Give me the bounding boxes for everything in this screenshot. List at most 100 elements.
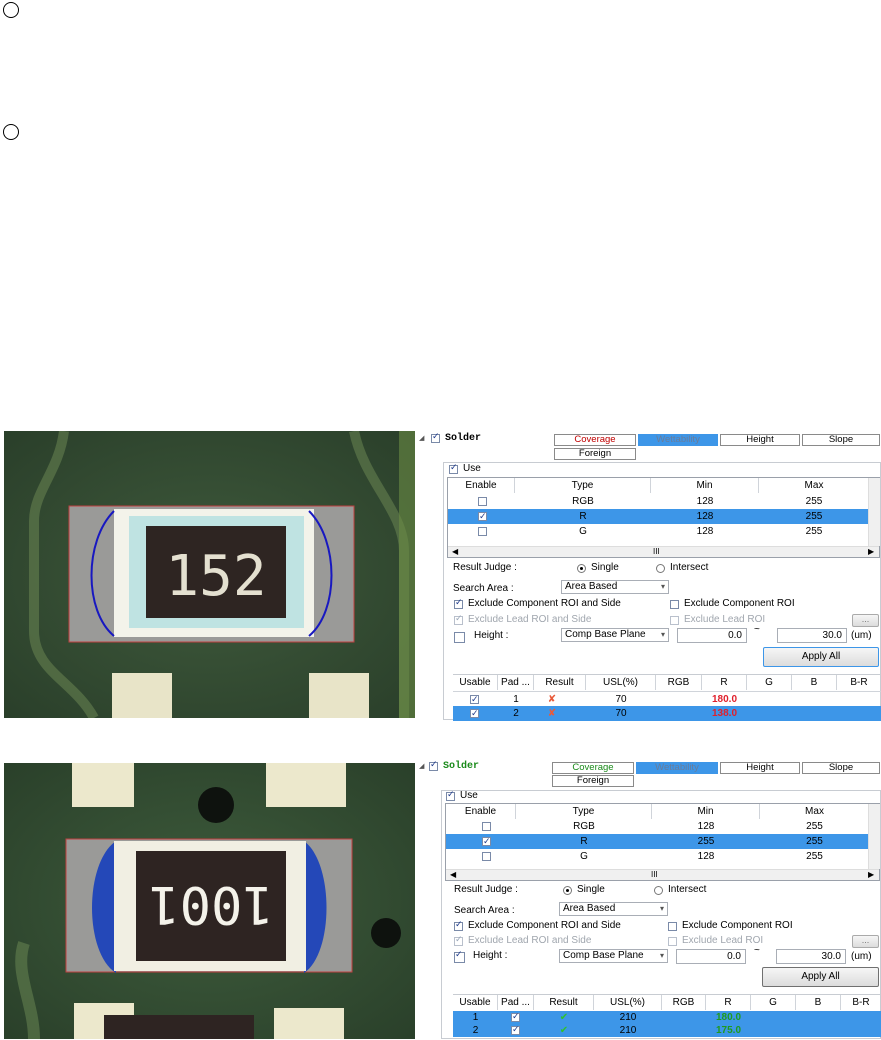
grid-horizontal-scrollbar[interactable]: ◀ III ▶ — [446, 869, 879, 880]
plane-dropdown[interactable]: Comp Base Plane — [559, 949, 668, 963]
exclude-component-roi-side-checkbox[interactable] — [454, 598, 463, 609]
usable-checkbox[interactable] — [511, 1011, 520, 1024]
scroll-left-icon[interactable]: ◀ — [450, 870, 456, 880]
search-area-dropdown[interactable]: Area Based — [559, 902, 668, 916]
scroll-grip[interactable]: III — [651, 870, 658, 880]
exclude-component-roi-checkbox[interactable] — [670, 600, 679, 609]
tab-coverage[interactable]: Coverage — [554, 434, 636, 446]
grid-header: Enable Type Min Max — [446, 804, 869, 819]
usl-value: 70 — [615, 708, 627, 719]
grid-vertical-scrollbar[interactable] — [868, 478, 880, 546]
result-row[interactable]: 1 ✘ 70 180.0 — [453, 691, 881, 708]
more-options-button[interactable]: ... — [852, 614, 879, 627]
result-judge-label: Result Judge : — [454, 884, 518, 895]
usl-value: 70 — [615, 694, 627, 705]
height-max-input[interactable]: 30.0 — [776, 949, 846, 964]
grid-enable-checkbox[interactable] — [482, 852, 491, 861]
tab-slope[interactable]: Slope — [802, 762, 880, 774]
scroll-grip[interactable]: III — [653, 547, 660, 557]
usable-checkbox[interactable] — [470, 693, 479, 708]
search-area-dropdown[interactable]: Area Based — [561, 580, 669, 594]
grid-header-min: Min — [651, 478, 759, 493]
grid-header-max: Max — [804, 480, 824, 491]
pad-number: 2 — [472, 1025, 479, 1036]
tab-wettability[interactable]: Wettability — [636, 762, 718, 774]
grid-horizontal-scrollbar[interactable]: ◀ III ▶ — [448, 546, 879, 557]
grid-max: 255 — [805, 526, 823, 537]
single-label: Single — [577, 884, 605, 895]
grid-enable-checkbox[interactable] — [478, 510, 487, 525]
plane-dropdown[interactable]: Comp Base Plane — [561, 628, 669, 642]
result-row[interactable]: 2 ✘ 70 138.0 — [453, 706, 881, 722]
exclude-lead-roi-side-checkbox[interactable] — [454, 614, 463, 625]
intersect-radio[interactable] — [656, 564, 665, 573]
exclude-lead-roi-checkbox[interactable] — [668, 937, 677, 946]
height-min-input[interactable]: 0.0 — [677, 628, 747, 643]
solder-settings-panel-2: ◢ Solder Coverage Wettability Height Slo… — [416, 759, 881, 1039]
exclude-lead-roi-side-checkbox[interactable] — [454, 935, 463, 946]
tab-foreign[interactable]: Foreign — [552, 775, 634, 787]
exclude-component-roi-checkbox[interactable] — [668, 922, 677, 931]
usable-checkbox[interactable] — [470, 707, 479, 722]
collapse-arrow-icon[interactable]: ◢ — [419, 434, 424, 442]
tab-height[interactable]: Height — [720, 762, 800, 774]
bullet-marker — [3, 124, 19, 140]
exclude-lead-roi-label: Exclude Lead ROI — [684, 614, 766, 625]
solder-enable-checkbox[interactable] — [431, 432, 440, 443]
grid-row[interactable]: RGB 128 255 — [448, 494, 869, 509]
exclude-component-roi-side-label: Exclude Component ROI and Side — [468, 598, 621, 609]
intersect-radio[interactable] — [654, 886, 663, 895]
collapse-arrow-icon[interactable]: ◢ — [419, 762, 424, 770]
solder-enable-checkbox[interactable] — [429, 760, 438, 771]
usable-checkbox[interactable] — [511, 1024, 520, 1037]
exclude-lead-roi-checkbox[interactable] — [670, 616, 679, 625]
intersect-label: Intersect — [670, 562, 709, 573]
grid-enable-checkbox[interactable] — [478, 527, 487, 536]
fail-icon: ✘ — [547, 694, 557, 705]
grid-row[interactable]: R 128 255 — [448, 509, 869, 525]
exclude-lead-roi-side-label: Exclude Lead ROI and Side — [468, 614, 592, 625]
single-radio[interactable] — [577, 564, 586, 573]
height-max-input[interactable]: 30.0 — [777, 628, 847, 643]
grid-max: 255 — [806, 836, 823, 847]
result-row[interactable]: 1 ✔ 210 180.0 — [453, 1011, 881, 1024]
scroll-right-icon[interactable]: ▶ — [868, 547, 874, 557]
solder-settings-panel-1: ◢ Solder Coverage Wettability Height Slo… — [416, 431, 881, 722]
grid-type: R — [580, 836, 588, 847]
grid-min: 128 — [697, 851, 715, 862]
use-checkbox[interactable] — [446, 790, 455, 801]
grid-header-type: Type — [516, 804, 652, 819]
tab-foreign[interactable]: Foreign — [554, 448, 636, 460]
grid-vertical-scrollbar[interactable] — [868, 804, 880, 869]
more-options-button[interactable]: ... — [852, 935, 879, 948]
grid-enable-checkbox[interactable] — [482, 822, 491, 831]
r-value: 175.0 — [715, 1025, 742, 1036]
grid-row[interactable]: RGB 128 255 — [446, 819, 869, 834]
grid-enable-checkbox[interactable] — [482, 835, 491, 850]
r-value: 180.0 — [715, 1012, 742, 1023]
grid-enable-checkbox[interactable] — [478, 497, 487, 506]
tab-height[interactable]: Height — [720, 434, 800, 446]
single-radio[interactable] — [563, 886, 572, 895]
grid-max: 255 — [806, 851, 823, 862]
unit-label: (um) — [851, 951, 872, 962]
exclude-component-roi-side-checkbox[interactable] — [454, 920, 463, 931]
tab-slope[interactable]: Slope — [802, 434, 880, 446]
height-checkbox[interactable] — [454, 950, 465, 963]
use-checkbox[interactable] — [449, 463, 458, 474]
apply-all-button[interactable]: Apply All — [763, 647, 879, 667]
grid-row[interactable]: G 128 255 — [448, 524, 869, 539]
tab-wettability[interactable]: Wettability — [638, 434, 718, 446]
grid-row[interactable]: G 128 255 — [446, 849, 869, 864]
height-checkbox[interactable] — [454, 632, 465, 643]
result-header-result: Result — [534, 995, 594, 1010]
result-header-result: Result — [534, 675, 586, 690]
scroll-right-icon[interactable]: ▶ — [868, 870, 874, 880]
height-min-input[interactable]: 0.0 — [676, 949, 746, 964]
grid-row[interactable]: R 255 255 — [446, 834, 869, 850]
result-row[interactable]: 2 ✔ 210 175.0 — [453, 1024, 881, 1037]
scroll-left-icon[interactable]: ◀ — [452, 547, 458, 557]
grid-min: 255 — [697, 836, 715, 847]
tab-coverage[interactable]: Coverage — [552, 762, 634, 774]
apply-all-button[interactable]: Apply All — [762, 967, 879, 987]
